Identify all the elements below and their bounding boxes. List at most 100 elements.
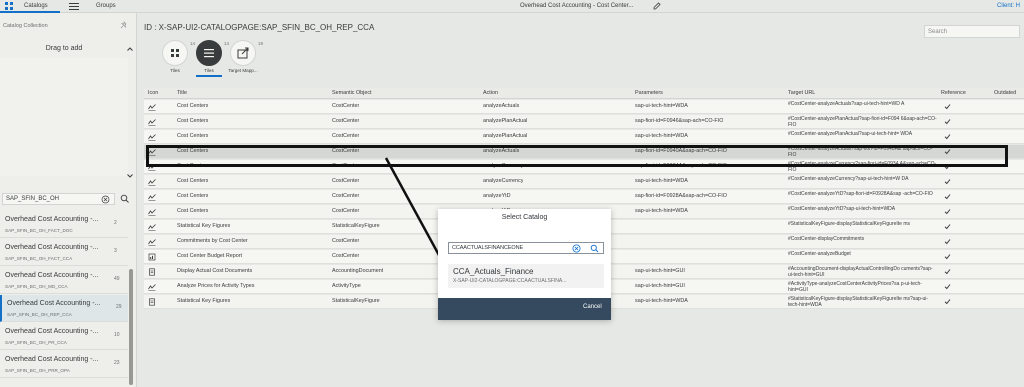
cell-semantic-object: CostCenter [332, 238, 360, 244]
check-icon [944, 104, 951, 110]
cell-parameters: sap-ui-tech-hint=GUI [635, 283, 685, 289]
list-item[interactable]: Overhead Cost Accounting -... SAP_SFIN_B… [0, 351, 128, 378]
cell-semantic-object: CostCenter [332, 178, 360, 184]
list-item-count: 3 [114, 248, 117, 254]
column-header-target-url: Target URL [788, 90, 816, 96]
trend-icon [148, 119, 156, 126]
tab-target-mappings[interactable] [230, 40, 256, 66]
catalog-id: ID : X-SAP-UI2-CATALOGPAGE:SAP_SFIN_BC_O… [144, 23, 375, 32]
search-placeholder: Search [928, 29, 948, 35]
list-icon[interactable] [68, 0, 80, 12]
list-item[interactable]: Overhead Cost Accounting -... SAP_SFIN_B… [0, 323, 128, 350]
tab-groups[interactable]: Groups [96, 1, 116, 12]
cell-action: analyzeCurrency [483, 178, 524, 184]
column-header-title: Title [177, 90, 187, 96]
trend-icon [148, 179, 156, 186]
check-icon [944, 284, 951, 290]
list-item-id: SAP_SFIN_BC_OH_REP_CCA [7, 312, 72, 317]
document-icon [149, 298, 155, 306]
cell-semantic-object: ActivityType [332, 283, 361, 289]
cell-target-url: #ActivityType-analyzeCostCenterActivityP… [788, 281, 922, 293]
check-icon [944, 119, 951, 125]
tab-label: Target Mapp... [228, 68, 258, 73]
cell-title: Statistical Key Figures [177, 223, 231, 229]
list-item-selected[interactable]: Overhead Cost Accounting -... SAP_SFIN_B… [0, 295, 128, 322]
clear-icon[interactable] [101, 195, 110, 204]
clear-icon[interactable] [572, 244, 581, 253]
cell-target-url: #StatisticalKeyFigure-displayStatistical… [788, 296, 929, 308]
cell-title: Cost Centers [177, 118, 209, 124]
cell-parameters: sap-fiori-id=F0928A&sap-ach=CO-FIO [635, 193, 727, 199]
trend-icon [148, 104, 156, 111]
table-row[interactable]: Cost Centers CostCenter analyzePlanActual s… [144, 115, 1024, 129]
list-item-title: Overhead Cost Accounting -... [5, 216, 99, 223]
chevron-down-icon[interactable] [126, 172, 134, 180]
list-item[interactable]: Overhead Cost Accounting -... SAP_SFIN_B… [0, 211, 128, 238]
check-icon [944, 179, 951, 185]
table-row[interactable]: Cost Centers CostCenter analyzeCurrency sap… [144, 175, 1024, 189]
pin-icon[interactable] [120, 21, 128, 29]
cell-action: analyzePlanActual [483, 118, 528, 124]
tab-tiles[interactable] [162, 40, 188, 66]
table-row[interactable]: Cost Centers CostCenter analyzePlanActual s… [144, 130, 1024, 144]
drag-to-add-area[interactable]: Drag to add [0, 40, 128, 57]
list-item-id: SAP_SFIN_BC_OH_PRR_OPA [5, 368, 70, 373]
target-mapping-icon [237, 47, 249, 59]
table-row[interactable]: Cost Centers CostCenter analyzeYtD sap-fior… [144, 190, 1024, 204]
list-item[interactable]: Overhead Cost Accounting -... SAP_SFIN_B… [0, 267, 128, 294]
cell-semantic-object: CostCenter [332, 103, 360, 109]
cell-action: analyzeYtD [483, 193, 511, 199]
list-item-title: Overhead Cost Accounting -... [5, 328, 99, 335]
cell-target-url: #CostCenter-displayCommitments [788, 236, 865, 242]
list-item[interactable]: Overhead Cost Accounting -... SAP_SFIN_B… [0, 239, 128, 266]
search-icon[interactable] [590, 244, 599, 253]
cell-target-url: #CostCenter-analyzeCurrency?sap-ui-tech-… [788, 176, 909, 182]
check-icon [944, 299, 951, 305]
check-icon [944, 194, 951, 200]
cell-semantic-object: CostCenter [332, 253, 360, 259]
cell-action: analyzeActuals [483, 103, 520, 109]
check-icon [944, 269, 951, 275]
list-icon [204, 49, 214, 58]
catalog-result-id: X-SAP-UI2-CATALOGPAGE:CCAACTUALSFINA... [453, 278, 567, 284]
cell-parameters: sap-ui-tech-hint=WDA [635, 178, 688, 184]
catalog-collection-label: Catalog Collection [3, 23, 48, 29]
drop-zone[interactable] [0, 58, 128, 176]
cell-target-url: #CostCenter-analyzeBudget [788, 251, 851, 257]
cell-semantic-object: CostCenter [332, 193, 360, 199]
column-header-icon: Icon [148, 90, 159, 96]
cell-parameters: sap-ui-tech-hint=WDA [635, 103, 688, 109]
cell-target-url: #CostCenter-analyzePlanActual?sap-fiori-… [788, 116, 937, 128]
main-content: ID : X-SAP-UI2-CATALOGPAGE:SAP_SFIN_BC_O… [138, 13, 1024, 387]
cell-semantic-object: CostCenter [332, 133, 360, 139]
client-label: Client: Н [997, 3, 1021, 9]
list-item-title: Overhead Cost Accounting -... [5, 244, 99, 251]
tab-indicator [196, 75, 222, 77]
tiles-icon [171, 49, 179, 57]
column-header-action: Action [483, 90, 498, 96]
search-input[interactable]: Search [924, 25, 1020, 38]
chevron-up-icon[interactable] [126, 45, 134, 53]
page-title: Overhead Cost Accounting - Cost Center..… [520, 3, 634, 9]
list-item-count: 49 [114, 276, 120, 282]
shell-bar: Catalogs Groups Overhead Cost Accounting… [0, 0, 1024, 13]
catalog-search-input[interactable]: SAP_SFIN_BC_OH [2, 193, 115, 205]
pencil-icon[interactable] [652, 1, 662, 11]
scrollbar[interactable] [129, 269, 133, 385]
cell-title: Display Actual Cost Documents [177, 268, 253, 274]
column-header-outdated: Outdated [994, 90, 1017, 96]
cell-target-url: #CostCenter-analyzeYtD?sap-fiori-id=F092… [788, 191, 933, 197]
dialog-title: Select Catalog [501, 214, 548, 221]
catalog-result-item[interactable]: CCA_Actuals_Finance X-SAP-UI2-CATALOGPAG… [448, 264, 604, 288]
table-row[interactable]: Cost Centers CostCenter analyzeActuals sap-… [144, 100, 1024, 114]
tab-tiles-list[interactable] [196, 40, 222, 66]
search-icon[interactable] [120, 194, 130, 204]
catalog-search-value: SAP_SFIN_BC_OH [6, 196, 60, 202]
column-header-reference: Reference [941, 90, 966, 96]
cell-title: Commitments by Cost Center [177, 238, 248, 244]
cell-target-url: #StatisticalKeyFigure-displayStatistical… [788, 221, 910, 227]
cell-target-url: #CostCenter-analyzeActuals?sap-ui-tech-h… [788, 101, 905, 107]
cancel-button[interactable]: Cancel [583, 304, 602, 310]
cell-title: Cost Centers [177, 103, 209, 109]
cell-title: Cost Centers [177, 178, 209, 184]
